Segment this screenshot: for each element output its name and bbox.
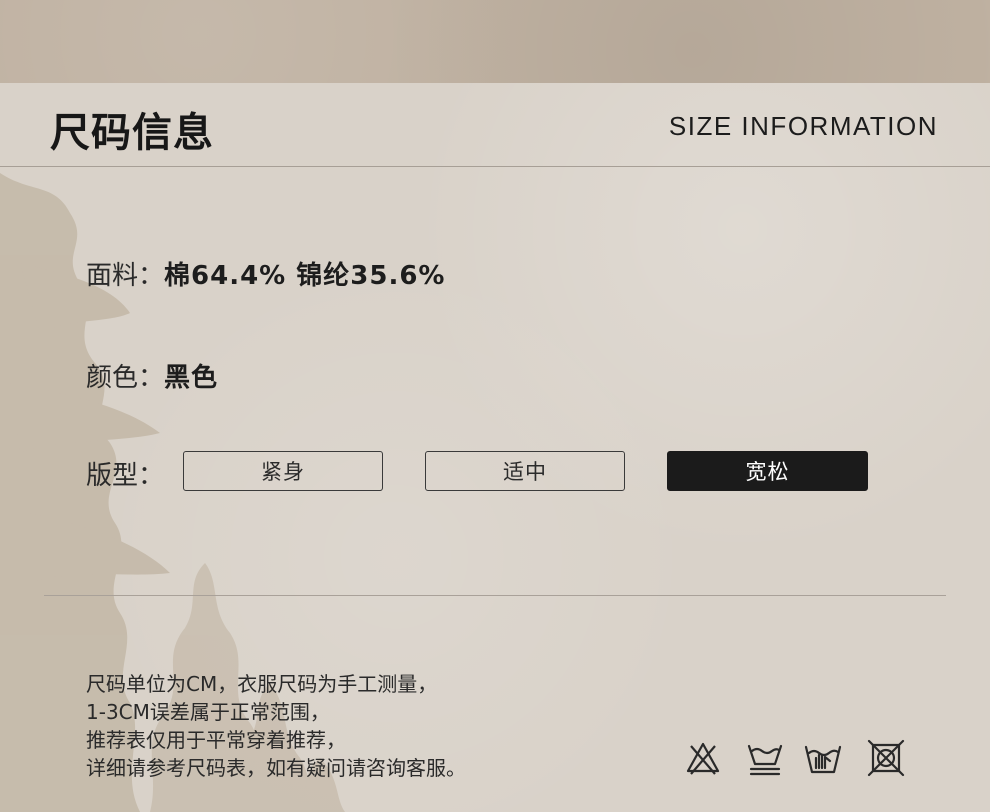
- page-title-english: SIZE INFORMATION: [668, 111, 938, 141]
- page-title: 尺码信息: [50, 110, 214, 156]
- section-divider: [44, 595, 946, 596]
- top-texture-band: [0, 0, 990, 83]
- color-row: 颜色：黑色: [86, 357, 218, 394]
- no-bleach-icon: [686, 742, 720, 775]
- wash-30-icon: [747, 744, 783, 776]
- color-value: 黑色: [164, 363, 219, 393]
- hand-wash-icon: [804, 745, 842, 774]
- fit-option-label: 适中: [503, 460, 547, 484]
- note-line: 详细请参考尺码表，如有疑问请咨询客服。: [86, 756, 466, 780]
- fit-option-slim[interactable]: 紧身: [183, 451, 383, 491]
- fabric-value: 棉64.4% 锦纶35.6%: [164, 261, 446, 291]
- note-line: 尺码单位为CM，衣服尺码为手工测量，: [86, 672, 438, 696]
- fit-option-label: 紧身: [261, 460, 305, 484]
- fabric-label: 面料：: [86, 261, 165, 291]
- fabric-row: 面料：棉64.4% 锦纶35.6%: [86, 255, 445, 292]
- size-notes: 尺码单位为CM，衣服尺码为手工测量， 1-3CM误差属于正常范围， 推荐表仅用于…: [86, 670, 466, 782]
- fit-option-loose[interactable]: 宽松: [667, 451, 868, 491]
- header-divider: [0, 166, 990, 167]
- note-line: 1-3CM误差属于正常范围，: [86, 700, 330, 724]
- fit-option-regular[interactable]: 适中: [425, 451, 625, 491]
- fit-option-label: 宽松: [745, 460, 790, 484]
- note-line: 推荐表仅用于平常穿着推荐，: [86, 728, 346, 752]
- fit-row: 版型：: [86, 455, 164, 492]
- fit-label: 版型：: [86, 461, 165, 491]
- no-tumble-dry-icon: [867, 739, 905, 777]
- color-label: 颜色：: [86, 363, 165, 393]
